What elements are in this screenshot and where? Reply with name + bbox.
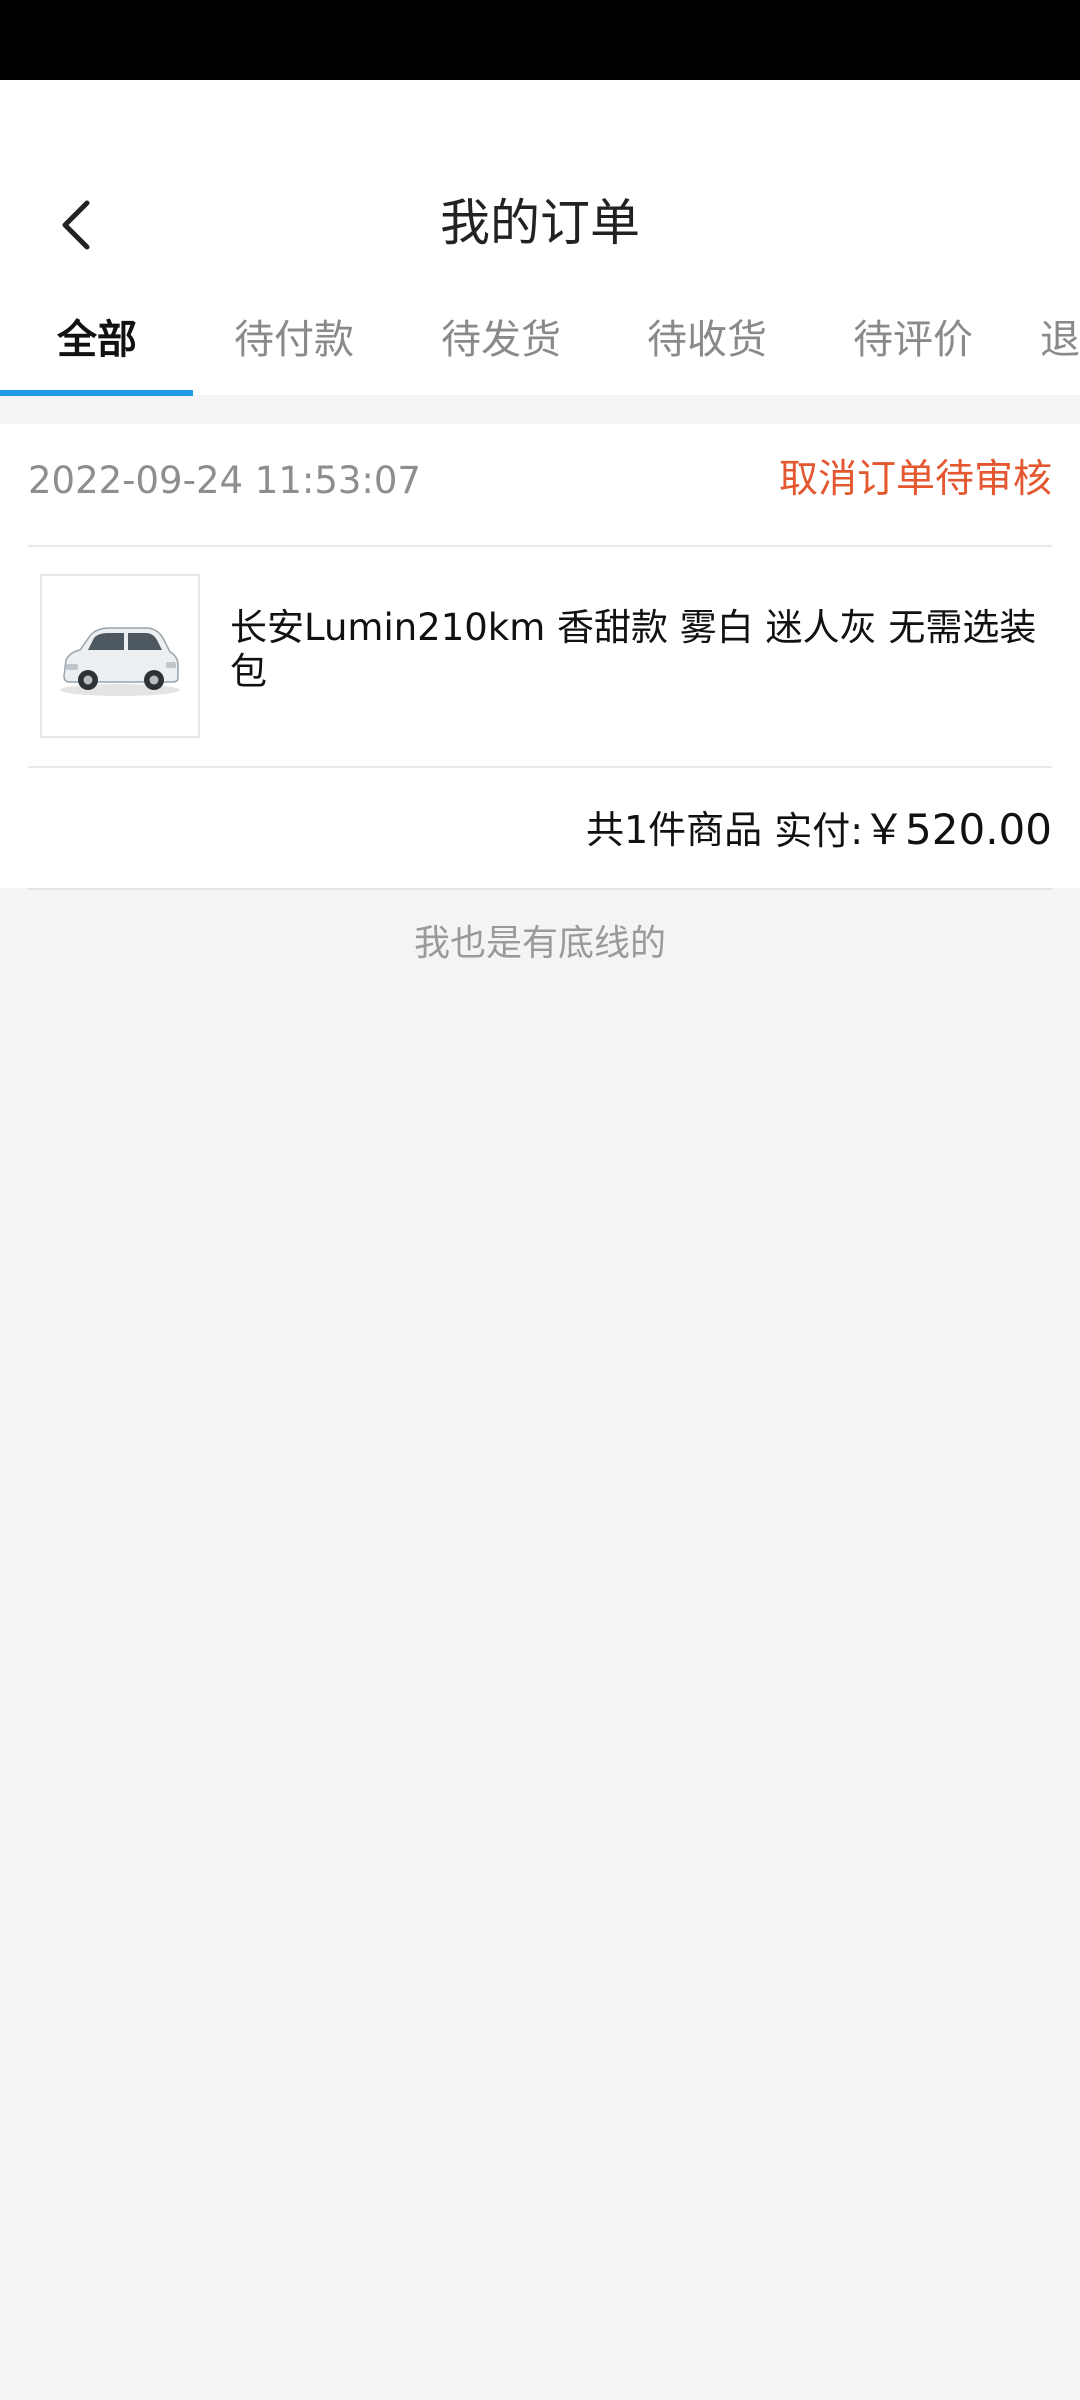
status-bar [0,0,1080,80]
paid-label: 实付: [774,809,864,853]
page-title: 我的订单 [440,194,640,252]
order-card[interactable]: 2022-09-24 11:53:07 取消订单待审核 长安Lumin210km… [0,424,1080,888]
item-count: 共1件商品 [586,808,763,852]
order-tabs: 全部 待付款 待发货 待收货 待评价 退 [0,280,1080,396]
order-status: 取消订单待审核 [778,457,1052,502]
active-tab-indicator [0,390,193,396]
divider [28,545,1052,547]
tab-refund[interactable]: 退 [1040,310,1080,370]
list-end-divider [28,888,1052,890]
paid-amount: ￥520.00 [863,805,1052,854]
divider [28,766,1052,768]
tab-pending-shipment[interactable]: 待发货 [441,310,561,370]
tab-pending-receipt[interactable]: 待收货 [647,310,767,370]
car-thumbnail [60,627,180,696]
tab-pending-payment[interactable]: 待付款 [234,310,354,370]
paid-total: 实付:￥520.00 [774,802,1052,859]
tab-all[interactable]: 全部 [57,310,137,370]
order-time: 2022-09-24 11:53:07 [28,459,421,502]
product-name[interactable]: 长安Lumin210km 香甜款 雾白 迷人灰 无需选装包 [230,606,1050,694]
end-of-list-note: 我也是有底线的 [413,923,666,964]
tab-pending-review[interactable]: 待评价 [853,310,973,370]
product-image[interactable] [40,574,200,738]
